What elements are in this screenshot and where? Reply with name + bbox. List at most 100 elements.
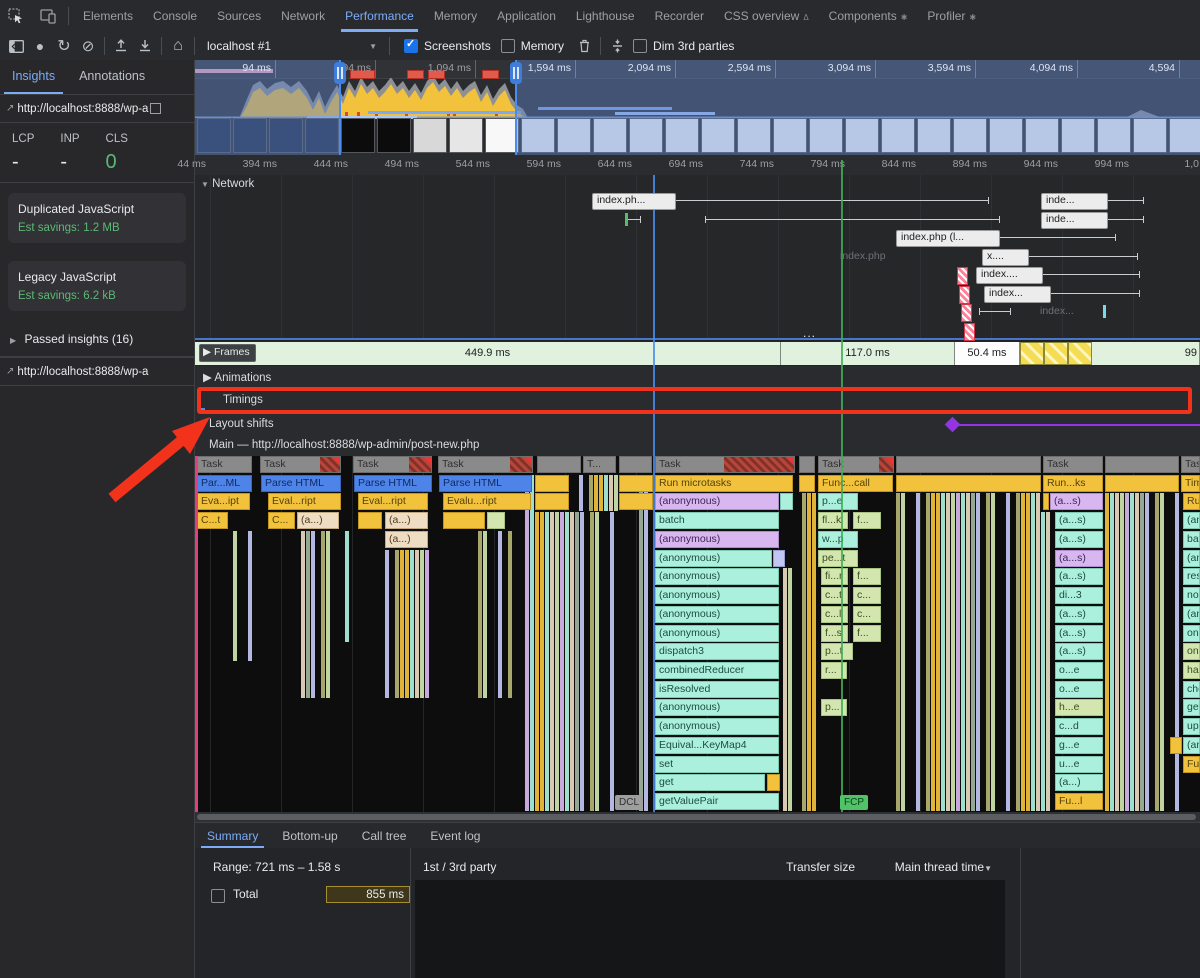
flame-bar[interactable]: Func...call (818, 475, 893, 492)
flame-bar[interactable]: dispatch3 (655, 643, 779, 660)
flame-bar[interactable]: Evalu...ript (443, 493, 531, 510)
flame-bar[interactable]: (an (1183, 737, 1200, 754)
flame-bar[interactable]: (anonymous) (655, 699, 779, 716)
screenshot-thumb[interactable] (485, 118, 519, 153)
insight-card-duplicated-js[interactable]: Duplicated JavaScript Est savings: 1.2 M… (8, 193, 186, 243)
flame-bar[interactable]: Task (353, 456, 432, 473)
dim-3rd-parties-checkbox[interactable] (633, 39, 647, 53)
flame-bar[interactable]: (anonymous) (655, 568, 779, 585)
flame-bar[interactable]: (a...s) (1055, 625, 1103, 642)
flame-bar[interactable]: (a...s) (1055, 568, 1103, 585)
flame-bar[interactable]: o...e (1055, 662, 1103, 679)
collapse-sections-icon[interactable] (605, 35, 629, 57)
flame-bar[interactable]: (a...s) (1055, 550, 1103, 567)
flame-bar[interactable]: (an (1183, 606, 1200, 623)
timing-marker-badge[interactable]: FCP (840, 795, 868, 810)
insights-url-bottom[interactable]: ↗ http://localhost:8888/wp-a (0, 357, 194, 386)
flame-bar[interactable] (619, 456, 652, 473)
flame-bar[interactable]: up (1183, 718, 1200, 735)
flame-bar[interactable]: Eval...ript (358, 493, 428, 510)
flame-bar[interactable]: f... (853, 512, 881, 529)
flame-bar[interactable]: Parse HTML (261, 475, 341, 492)
bottom-tab-summary[interactable]: Summary (195, 824, 270, 849)
load-profile-icon[interactable] (109, 35, 133, 57)
device-toolbar-icon[interactable] (38, 6, 58, 26)
screenshot-thumb[interactable] (341, 118, 375, 153)
flame-bar[interactable]: h...e (1055, 699, 1103, 716)
flame-bar[interactable]: f...s (821, 625, 848, 642)
network-section-header[interactable]: ▼ Network (201, 178, 254, 190)
flame-bar[interactable] (767, 774, 780, 791)
flame-bar[interactable]: ha (1183, 662, 1200, 679)
flame-bar[interactable]: (a...s) (1050, 493, 1103, 510)
flame-bar[interactable]: g...e (1055, 737, 1103, 754)
flame-bar[interactable]: Parse HTML (354, 475, 432, 492)
passed-insights-toggle[interactable]: ▶ Passed insights (16) (0, 321, 194, 357)
render-blocking-request[interactable] (959, 286, 970, 304)
flame-bar[interactable] (619, 493, 653, 510)
flame-bar[interactable]: p...t (821, 643, 853, 660)
screenshot-thumb[interactable] (449, 118, 483, 153)
selection-handle[interactable] (510, 62, 522, 84)
flame-bar[interactable]: Equival...KeyMap4 (655, 737, 779, 754)
flame-bar[interactable]: get (1183, 699, 1200, 716)
timing-marker-badge[interactable]: DCL (615, 795, 643, 810)
flame-bar[interactable]: combinedReducer (655, 662, 779, 679)
flame-bar[interactable]: (an (1183, 550, 1200, 567)
frame-partial[interactable] (1020, 342, 1044, 365)
party-table-body[interactable] (415, 880, 1005, 978)
flame-bar[interactable]: (a...) (385, 512, 428, 529)
network-request[interactable]: index.ph... (592, 193, 676, 210)
bottom-tab-event-log[interactable]: Event log (418, 824, 492, 849)
flame-bar[interactable] (535, 493, 569, 510)
flame-bar[interactable]: (anonymous) (655, 625, 779, 642)
flame-bar[interactable]: res (1183, 568, 1200, 585)
flame-bar[interactable]: set (655, 756, 779, 773)
tab-memory[interactable]: Memory (424, 1, 487, 32)
record-button[interactable]: ● (28, 35, 52, 57)
flame-bar[interactable]: Fu (1183, 756, 1200, 773)
column-party-header[interactable]: 1st / 3rd party (423, 860, 496, 874)
column-transfer-header[interactable]: Transfer size (715, 860, 855, 874)
flame-bar[interactable]: (a...s) (1055, 606, 1103, 623)
profile-select[interactable]: localhost #1 ▼ (199, 39, 385, 53)
tab-lighthouse[interactable]: Lighthouse (566, 1, 645, 32)
network-request[interactable]: index.... (976, 267, 1043, 284)
network-request[interactable]: x.... (982, 249, 1029, 266)
save-profile-icon[interactable] (133, 35, 157, 57)
flame-bar[interactable]: (a...s) (1055, 643, 1103, 660)
tab-network[interactable]: Network (271, 1, 335, 32)
flame-bar[interactable] (799, 456, 815, 473)
memory-checkbox[interactable] (501, 39, 515, 53)
flame-bar[interactable]: (anonymous) (655, 531, 779, 548)
flame-bar[interactable]: Task (260, 456, 341, 473)
tab-annotations[interactable]: Annotations (67, 60, 157, 94)
flame-bar[interactable] (535, 475, 569, 492)
flame-bar[interactable]: (anonymous) (655, 718, 779, 735)
flame-bar[interactable] (537, 456, 581, 473)
flame-bar[interactable]: Fu...l (1055, 793, 1103, 810)
flame-bar[interactable]: f... (853, 625, 881, 642)
column-main-thread-header[interactable]: Main thread time▼ (867, 860, 992, 874)
flame-bar[interactable]: Task (818, 456, 894, 473)
flame-bar[interactable]: (a...) (1055, 774, 1103, 791)
selection-handle[interactable] (334, 62, 346, 84)
flame-bar[interactable]: isResolved (655, 681, 779, 698)
network-request[interactable]: index... (984, 286, 1051, 303)
flame-bar[interactable] (896, 456, 1041, 473)
flame-bar[interactable]: getValuePair (655, 793, 779, 810)
toggle-sidebar-icon[interactable] (4, 35, 28, 57)
bottom-tab-call-tree[interactable]: Call tree (350, 824, 419, 849)
flame-bar[interactable]: p...e (818, 493, 858, 510)
flame-bar[interactable]: on (1183, 625, 1200, 642)
tab-application[interactable]: Application (487, 1, 566, 32)
flame-bar[interactable] (1170, 737, 1182, 754)
tab-console[interactable]: Console (143, 1, 207, 32)
flame-bar[interactable]: Run...ks (1043, 475, 1103, 492)
reload-record-button[interactable]: ↻ (52, 35, 76, 57)
flame-bar[interactable]: di...3 (1055, 587, 1103, 604)
inspect-element-icon[interactable] (6, 6, 26, 26)
tab-recorder[interactable]: Recorder (645, 1, 714, 32)
clear-button[interactable]: ⊘ (76, 35, 100, 57)
flame-bar[interactable]: T... (583, 456, 616, 473)
